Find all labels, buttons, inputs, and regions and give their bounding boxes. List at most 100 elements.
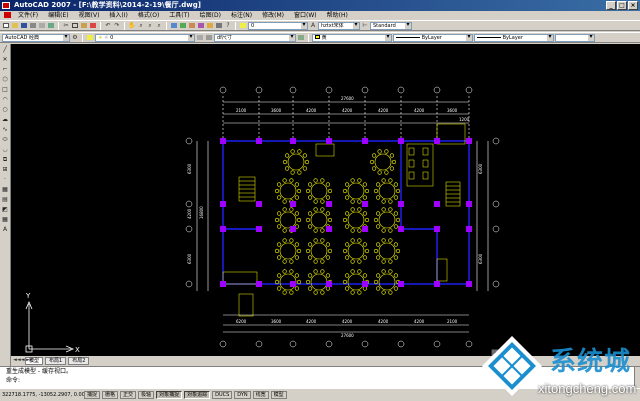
layer-state-combo[interactable]: ☀ ☼ 0 [95,33,195,42]
open-file-icon[interactable] [11,22,19,30]
menu-dimension[interactable]: 标注(N) [226,11,257,20]
workspace-combo[interactable]: AutoCAD 经典 [2,33,70,42]
osnap-toggle[interactable]: 对象捕捉 [156,391,183,399]
line-tool-icon[interactable]: ╱ [1,46,9,54]
paste-icon[interactable] [80,22,88,30]
dim-style-icon[interactable]: ⊢ [361,22,369,30]
menu-format[interactable]: 格式(O) [133,11,164,20]
mtext-tool-icon[interactable]: A [1,226,9,234]
match-properties-icon[interactable] [89,22,97,30]
markup-icon[interactable] [206,22,214,30]
layer-properties-icon[interactable] [86,34,94,42]
dimension-scale-combo[interactable]: df尺寸 [214,33,296,42]
quickcalc-icon[interactable] [215,22,223,30]
polyline-tool-icon[interactable]: ⌐ [1,66,9,74]
chair [345,182,350,187]
menu-help[interactable]: 帮助(H) [322,11,353,20]
spline-tool-icon[interactable]: ∿ [1,126,9,134]
publish-icon[interactable] [47,22,55,30]
zoom-realtime-icon[interactable]: ⌕ [137,22,145,30]
tab-layout1[interactable]: 布局1 [45,357,67,365]
print-icon[interactable] [29,22,37,30]
snap-toggle[interactable]: 捕捉 [84,391,101,399]
dim-style-combo[interactable]: Standard [370,21,412,30]
menu-modify[interactable]: 修改(M) [257,11,289,20]
layer-combo[interactable]: 0 [248,21,308,30]
layer-tools-icon[interactable] [297,34,305,42]
redo-icon[interactable]: ↷ [113,22,121,30]
table-tool-icon[interactable]: ▦ [1,216,9,224]
polar-toggle[interactable]: 极轴 [138,391,155,399]
menu-draw[interactable]: 绘图(D) [195,11,226,20]
print-preview-icon[interactable] [38,22,46,30]
circle-tool-icon[interactable]: ○ [1,106,9,114]
menu-edit[interactable]: 编辑(E) [43,11,73,20]
model-toggle[interactable]: 模型 [270,391,287,399]
rectangle-tool-icon[interactable]: □ [1,86,9,94]
tool-palettes-icon[interactable] [188,22,196,30]
grid-toggle[interactable]: 栅格 [102,391,119,399]
gradient-tool-icon[interactable]: ▤ [1,196,9,204]
linetype-combo[interactable]: ByLayer [393,33,473,42]
hatch-tool-icon[interactable]: ▦ [1,186,9,194]
menu-window[interactable]: 窗口(W) [289,11,322,20]
design-center-icon[interactable] [179,22,187,30]
drawing-canvas[interactable]: 27600 2100 3600 4200 4200 4200 4200 3600… [11,44,640,356]
sheet-set-icon[interactable] [197,22,205,30]
menu-file[interactable]: 文件(F) [13,11,43,20]
zoom-window-icon[interactable]: ⌕ [146,22,154,30]
make-block-icon[interactable]: ⊞ [1,166,9,174]
make-current-layer-icon[interactable] [196,34,204,42]
copy-icon[interactable] [71,22,79,30]
minimize-button[interactable]: _ [606,1,616,10]
workspace-settings-icon[interactable]: ⚙ [71,34,79,42]
plotstyle-combo[interactable] [555,33,595,42]
tab-scroll-arrows[interactable]: ◄◄◄ ►► [13,357,34,363]
menu-insert[interactable]: 插入(I) [104,11,132,20]
lineweight-toggle[interactable]: 线宽 [252,391,269,399]
undo-icon[interactable]: ↶ [104,22,112,30]
menu-view[interactable]: 视图(V) [74,11,105,20]
ortho-toggle[interactable]: 正交 [120,391,137,399]
document-icon[interactable] [4,12,11,18]
menu-tools[interactable]: 工具(T) [164,11,194,20]
construction-line-icon[interactable]: ✕ [1,56,9,64]
otrack-toggle[interactable]: 对象追踪 [184,391,211,399]
chair [274,188,280,194]
revision-cloud-icon[interactable]: ☁ [1,116,9,124]
cut-icon[interactable]: ✂ [62,22,70,30]
chair [376,182,381,187]
color-combo[interactable]: 黄 [312,33,392,42]
chair [362,286,368,291]
chair [384,170,389,175]
text-style-combo[interactable]: hztxt宋体 [318,21,360,30]
chair [388,238,393,243]
save-icon[interactable] [20,22,28,30]
polygon-tool-icon[interactable]: ⬡ [1,76,9,84]
arc-tool-icon[interactable]: ◠ [1,96,9,104]
structural-column [326,281,332,287]
new-file-icon[interactable] [2,22,10,30]
linetype-value: ByLayer [421,34,442,41]
dyn-toggle[interactable]: DYN [234,391,251,399]
autocad-app-icon[interactable] [2,2,10,9]
zoom-previous-icon[interactable]: ⌕ [155,22,163,30]
close-button[interactable]: × [628,1,638,10]
ellipse-arc-icon[interactable]: ◡ [1,146,9,154]
chair [362,195,368,200]
point-tool-icon[interactable]: · [1,176,9,184]
properties-icon[interactable] [170,22,178,30]
tab-layout2[interactable]: 布局2 [68,357,90,365]
maximize-button[interactable]: □ [617,1,627,10]
text-style-icon[interactable]: A [309,22,317,30]
lineweight-combo[interactable]: ByLayer [474,33,554,42]
region-tool-icon[interactable]: ◩ [1,206,9,214]
layer-previous-icon[interactable] [205,34,213,42]
insert-block-icon[interactable]: ⧉ [1,156,9,164]
chair [308,242,313,247]
ellipse-tool-icon[interactable]: ⬭ [1,136,9,144]
help-icon[interactable]: ? [224,22,232,30]
ducs-toggle[interactable]: DUCS [212,391,233,399]
layer-manager-icon[interactable] [239,22,247,30]
pan-icon[interactable]: ✋ [128,22,136,30]
